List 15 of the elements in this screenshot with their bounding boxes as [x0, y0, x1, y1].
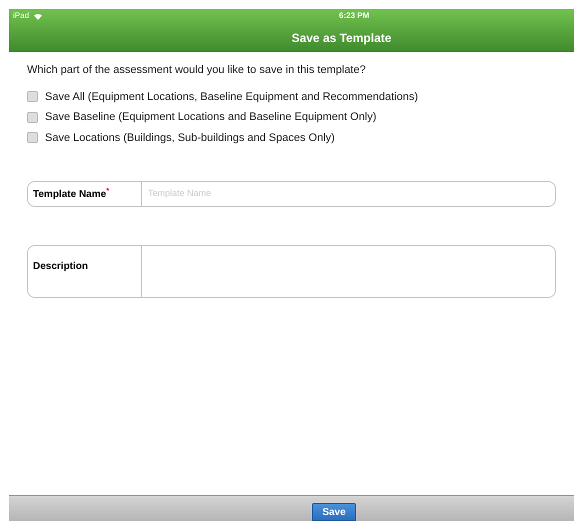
field-label: Description: [33, 261, 88, 272]
checkbox[interactable]: [27, 112, 38, 123]
option-label: Save Baseline (Equipment Locations and Baseline Equipment Only): [45, 110, 376, 125]
description-field[interactable]: Description: [27, 245, 556, 298]
device-label: iPad: [13, 10, 30, 22]
checkbox[interactable]: [27, 91, 38, 102]
save-button[interactable]: Save: [312, 503, 356, 521]
question-text: Which part of the assessment would you like to save in this template?: [27, 63, 367, 78]
status-time: 6:23 PM: [339, 10, 370, 22]
wifi-icon: [33, 12, 44, 20]
option-label: Save All (Equipment Locations, Baseline Equipment and Recommendations): [45, 90, 418, 104]
checkbox[interactable]: [27, 132, 38, 144]
field-label: Template Name$^{*}$: [33, 186, 110, 202]
window-title: Save as Template: [292, 30, 392, 46]
option-label: Save Locations (Buildings, Sub-buildings and Spaces Only): [45, 130, 335, 146]
